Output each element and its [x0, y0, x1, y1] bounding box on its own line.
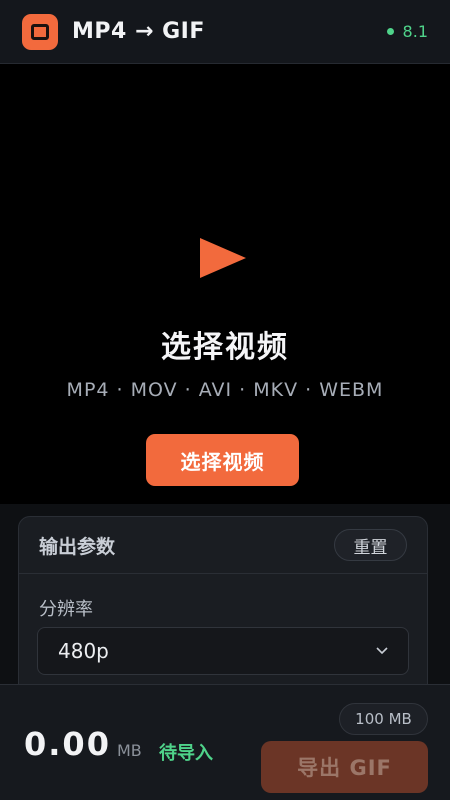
app-header: MP4 → GIF 8.1	[0, 0, 450, 64]
app-logo-icon	[22, 13, 58, 50]
square-frame-icon	[31, 23, 49, 40]
video-drop-area[interactable]: 选择视频 MP4 · MOV · AVI · MKV · WEBM 选择视频	[0, 64, 450, 504]
app-title: MP4 → GIF	[72, 19, 205, 44]
settings-area: 输出参数 重置 分辨率 480p	[0, 504, 450, 716]
chevron-down-icon	[376, 647, 388, 655]
bottom-bar: 100 MB 0.00 MB 待导入 导出 GIF	[0, 684, 450, 800]
supported-formats: MP4 · MOV · AVI · MKV · WEBM	[66, 379, 384, 401]
resolution-select[interactable]: 480p	[37, 627, 409, 675]
resolution-value: 480p	[58, 639, 109, 663]
panel-header: 输出参数 重置	[19, 517, 427, 574]
version-label: 8.1	[402, 22, 428, 41]
size-limit-badge: 100 MB	[339, 703, 428, 735]
play-icon	[200, 238, 246, 278]
output-size-unit: MB	[117, 741, 142, 760]
export-gif-button[interactable]: 导出 GIF	[261, 741, 428, 793]
status-label: 待导入	[159, 743, 213, 764]
drop-area-title: 选择视频	[161, 330, 289, 365]
output-size-value: 0.00	[24, 725, 111, 763]
select-video-button[interactable]: 选择视频	[146, 434, 299, 486]
resolution-label: 分辨率	[39, 599, 93, 620]
reset-button[interactable]: 重置	[334, 529, 407, 561]
status-dot-icon	[386, 28, 394, 35]
panel-title: 输出参数	[39, 535, 116, 558]
version-indicator: 8.1	[386, 22, 428, 41]
